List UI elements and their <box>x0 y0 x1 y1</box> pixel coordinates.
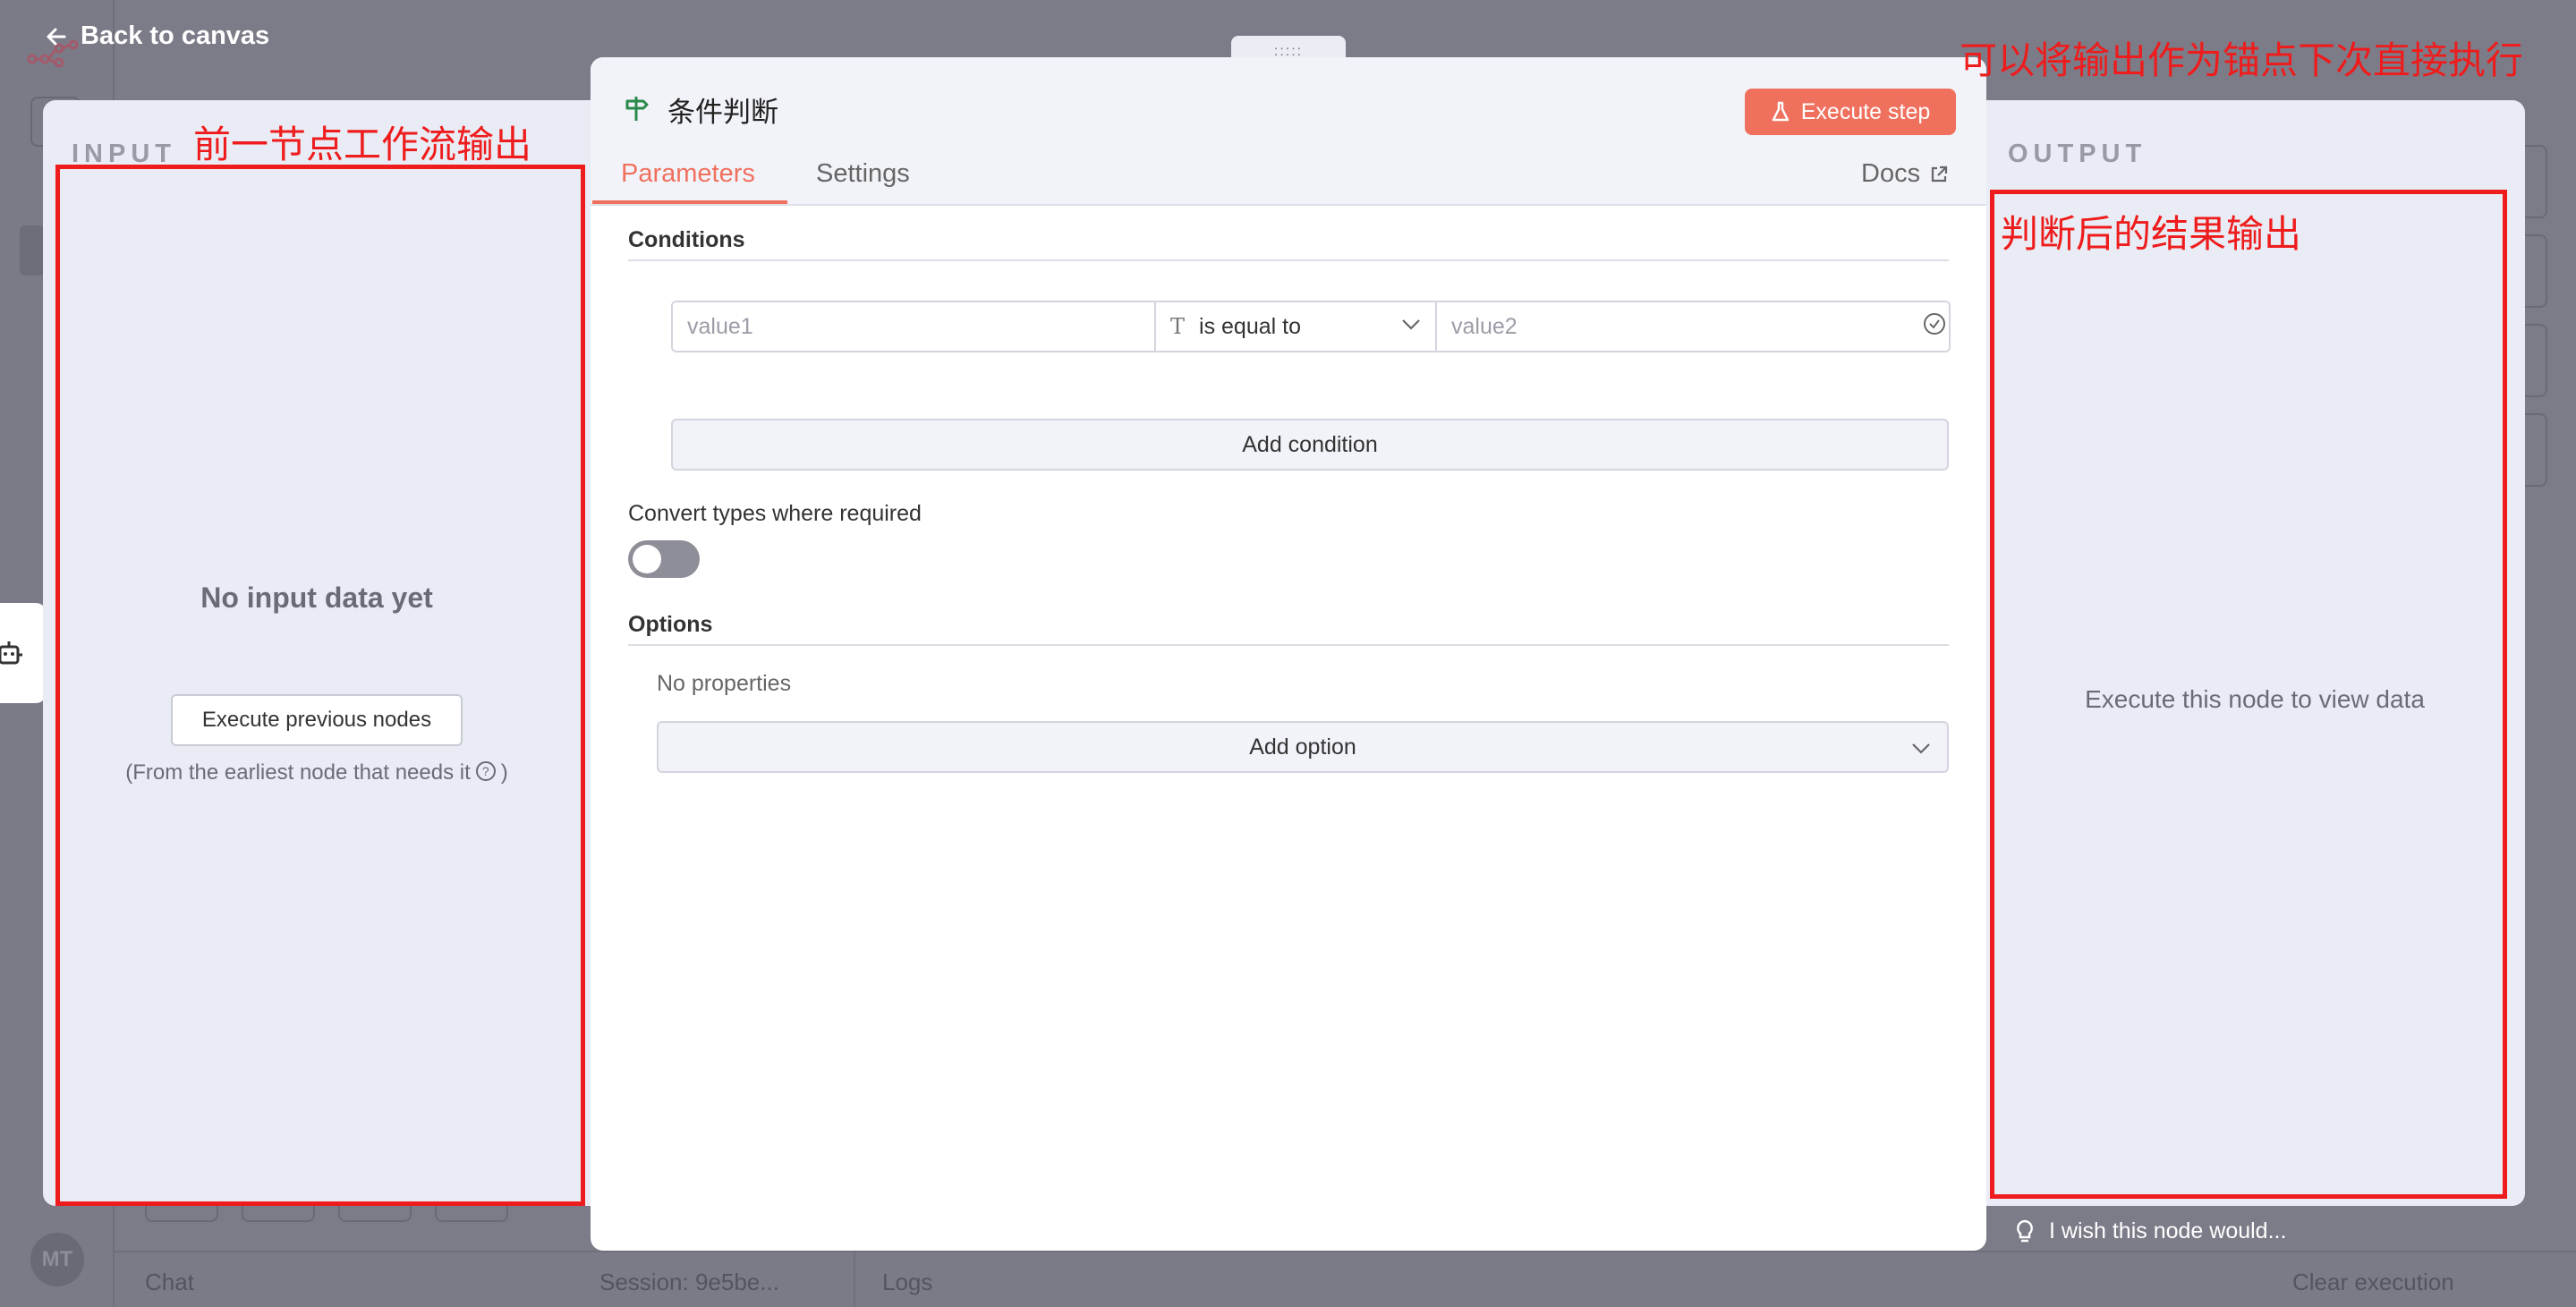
docs-link[interactable]: Docs <box>1861 159 1949 189</box>
execute-step-button[interactable]: Execute step <box>1745 89 1956 135</box>
value1-input[interactable] <box>673 302 1154 351</box>
condition-row: T is equal to <box>671 301 1951 352</box>
value2-input[interactable] <box>1437 302 1949 351</box>
chat-label: Chat <box>145 1269 194 1295</box>
modal-header: 条件判断 Execute step Parameters Settings Do… <box>591 57 1986 206</box>
avatar[interactable]: MT <box>30 1233 84 1286</box>
input-annotation-text: 前一节点工作流输出 <box>193 123 532 166</box>
input-annotation-box <box>55 165 585 1206</box>
operator-select[interactable]: T is equal to <box>1154 302 1437 351</box>
arrow-left-icon <box>47 28 66 45</box>
docs-label: Docs <box>1861 159 1921 188</box>
options-divider <box>628 644 1949 646</box>
ai-assistant-tab[interactable] <box>0 603 47 703</box>
background-bottom-bar: Chat Session: 9e5be... Logs Clear execut… <box>115 1251 2576 1307</box>
back-to-canvas-link[interactable]: Back to canvas <box>45 21 269 51</box>
chevron-down-icon <box>1402 319 1420 330</box>
output-annotation-box <box>1990 190 2507 1199</box>
convert-types-toggle[interactable] <box>628 540 700 578</box>
convert-types-label: Convert types where required <box>628 501 922 526</box>
no-properties-label: No properties <box>657 671 792 696</box>
background-divider <box>854 1251 855 1307</box>
output-annotation-text: 判断后的结果输出 <box>2001 212 2302 256</box>
top-annotation-text: 可以将输出作为锚点下次直接执行 <box>1960 38 2524 82</box>
flask-icon <box>1772 101 1789 122</box>
node-settings-modal: 条件判断 Execute step Parameters Settings Do… <box>591 57 1986 1251</box>
add-option-select[interactable]: Add option <box>657 721 1949 773</box>
add-condition-button[interactable]: Add condition <box>671 419 1949 471</box>
feedback-link[interactable]: I wish this node would... <box>2015 1218 2286 1244</box>
conditions-label: Conditions <box>628 227 745 252</box>
logs-label: Logs <box>882 1269 933 1295</box>
lightbulb-icon <box>2017 1219 2033 1242</box>
background-block <box>20 225 45 276</box>
feedback-label: I wish this node would... <box>2049 1218 2287 1243</box>
check-circle-icon[interactable] <box>1922 311 1947 336</box>
execute-step-label: Execute step <box>1800 98 1931 124</box>
tab-settings[interactable]: Settings <box>816 159 910 189</box>
back-to-canvas-label: Back to canvas <box>81 21 270 50</box>
add-option-label: Add option <box>1249 734 1356 760</box>
tab-parameters[interactable]: Parameters <box>621 159 755 189</box>
node-title[interactable]: 条件判断 <box>667 89 778 130</box>
signpost-icon <box>625 97 649 121</box>
external-link-icon <box>1931 165 1948 182</box>
robot-icon <box>0 641 22 665</box>
operator-label: is equal to <box>1199 313 1301 339</box>
chevron-down-icon <box>1912 743 1930 754</box>
session-label: Session: 9e5be... <box>599 1269 779 1295</box>
clear-execution-label[interactable]: Clear execution <box>2292 1269 2454 1296</box>
conditions-divider <box>628 259 1949 261</box>
options-label: Options <box>628 612 713 637</box>
active-tab-indicator <box>592 200 787 204</box>
text-type-icon: T <box>1170 314 1186 339</box>
output-panel-label: OUTPUT <box>2008 140 2147 168</box>
